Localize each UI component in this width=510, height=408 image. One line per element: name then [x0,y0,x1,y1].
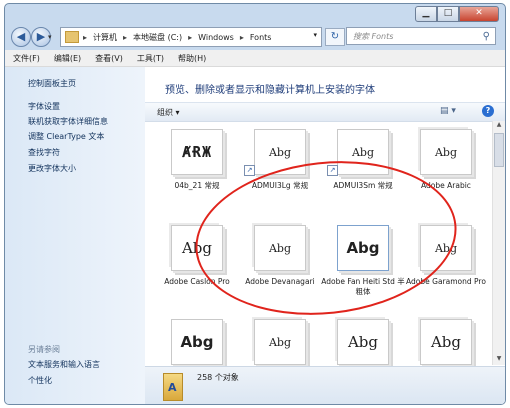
change-view-button[interactable]: ▤ ▾ [440,106,456,116]
breadcrumb-fonts[interactable]: Fonts [250,33,272,42]
command-bar: 组织 ▾ ▤ ▾ ? [145,102,505,122]
font-preview: Abg [420,225,472,271]
shortcut-arrow-icon: ↗ [327,165,338,176]
shortcut-arrow-icon: ↗ [244,165,255,176]
font-preview: Abg [337,319,389,365]
font-tile[interactable]: Abg Adobe Caslon Pro [155,225,239,309]
font-tile[interactable]: ȺɌЖ 04b_21 常规 [155,129,239,213]
navigation-bar: ◀ ▶ ▾ ▸ 计算机 ▸ 本地磁盘 (C:) ▸ Windows ▸ Font… [5,26,505,50]
menu-file[interactable]: 文件(F) [13,53,40,64]
font-tile[interactable]: Abg Adobe Devanagari [238,225,322,309]
font-preview: Abg [337,225,389,271]
font-preview: Abg [420,319,472,365]
font-name: Adobe Garamond Pro [406,277,486,286]
close-button[interactable]: ✕ [459,6,499,22]
caption-buttons: ▁ □ ✕ [415,6,499,22]
scroll-down-icon[interactable]: ▼ [493,355,505,365]
font-name: Adobe Caslon Pro [164,277,230,286]
personalization-link[interactable]: 个性化 [28,375,52,386]
change-font-size-link[interactable]: 更改字体大小 [28,163,76,174]
address-bar[interactable]: ▸ 计算机 ▸ 本地磁盘 (C:) ▸ Windows ▸ Fonts ▾ [60,27,322,47]
explorer-window: ▁ □ ✕ ◀ ▶ ▾ ▸ 计算机 ▸ 本地磁盘 (C:) ▸ Windows … [4,3,506,405]
breadcrumb-computer[interactable]: 计算机 [93,32,117,43]
font-name: ADMUI3Lg 常规 [251,181,309,190]
page-title: 预览、删除或者显示和隐藏计算机上安装的字体 [165,85,375,96]
font-preview: Abg [254,225,306,271]
help-icon[interactable]: ? [482,105,494,117]
vertical-scrollbar[interactable]: ▲ ▼ [492,121,505,365]
menu-bar: 文件(F) 编辑(E) 查看(V) 工具(T) 帮助(H) [5,50,505,67]
breadcrumb-local-disk[interactable]: 本地磁盘 (C:) [133,32,182,43]
font-name: 04b_21 常规 [174,181,220,190]
font-settings-link[interactable]: 字体设置 [28,101,60,112]
refresh-button[interactable]: ↻ [325,28,345,46]
font-name: Adobe Fan Heiti Std 半粗体 [321,277,405,296]
font-preview: Abg [420,129,472,175]
see-also-heading: 另请参阅 [28,345,60,354]
online-font-info-link[interactable]: 联机获取字体详细信息 [28,116,108,127]
font-tile[interactable]: Abg Adobe Fan Heiti Std 半粗体 [321,225,405,309]
font-preview: Abg [171,225,223,271]
fonts-folder-icon [163,373,183,401]
font-tile[interactable]: Abg ↗ ADMUI3Sm 常规 [321,129,405,213]
maximize-button[interactable]: □ [437,6,459,22]
find-character-link[interactable]: 查找字符 [28,147,60,158]
font-preview: Abg [254,129,306,175]
address-dropdown-icon[interactable]: ▾ [313,31,317,39]
control-panel-home-link[interactable]: 控制面板主页 [28,78,76,89]
menu-view[interactable]: 查看(V) [95,53,123,64]
text-services-link[interactable]: 文本服务和输入语言 [28,359,100,370]
font-preview: Abg [254,319,306,365]
menu-help[interactable]: 帮助(H) [178,53,206,64]
breadcrumb-windows[interactable]: Windows [198,33,234,42]
scroll-up-icon[interactable]: ▲ [493,121,505,131]
object-count: 258 个对象 [197,373,239,382]
search-placeholder: 搜索 Fonts [353,32,394,41]
organize-button[interactable]: 组织 ▾ [157,107,180,118]
font-name: Adobe Devanagari [245,277,315,286]
menu-tools[interactable]: 工具(T) [137,53,164,64]
back-button[interactable]: ◀ [11,27,31,47]
search-input[interactable]: 搜索 Fonts ⚲ [346,27,496,45]
font-tile[interactable]: Abg Adobe Arabic [404,129,488,213]
scroll-thumb[interactable] [494,133,504,167]
font-tile[interactable]: Abg ↗ ADMUI3Lg 常规 [238,129,322,213]
font-preview: ȺɌЖ [171,129,223,175]
menu-edit[interactable]: 编辑(E) [54,53,81,64]
font-name: ADMUI3Sm 常规 [333,181,393,190]
status-bar: 258 个对象 [145,366,505,404]
folder-icon [65,31,79,43]
search-icon[interactable]: ⚲ [483,28,490,46]
task-pane: 控制面板主页 字体设置 联机获取字体详细信息 调整 ClearType 文本 查… [5,67,145,404]
content-pane: 预览、删除或者显示和隐藏计算机上安装的字体 组织 ▾ ▤ ▾ ? ȺɌЖ 04b… [145,67,505,404]
cleartype-link[interactable]: 调整 ClearType 文本 [28,131,104,142]
minimize-button[interactable]: ▁ [415,6,437,22]
font-preview: Abg [337,129,389,175]
font-tile[interactable]: Abg Adobe Garamond Pro [404,225,488,309]
recent-pages-dropdown[interactable]: ▾ [48,33,52,41]
font-name: Adobe Arabic [421,181,471,190]
font-preview: Abg [171,319,223,365]
